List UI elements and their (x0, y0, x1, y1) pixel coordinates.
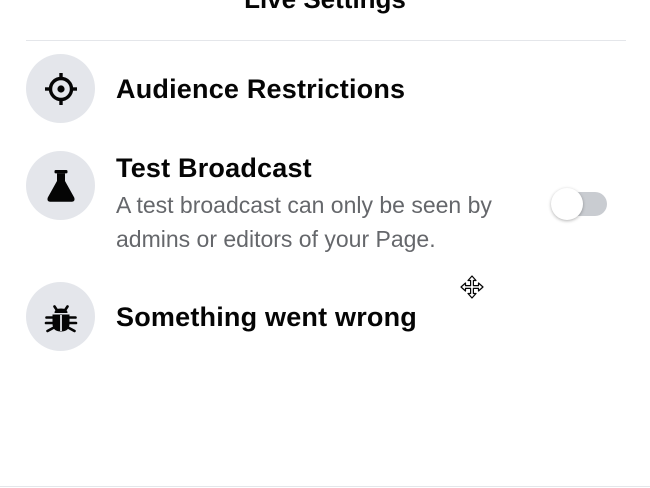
move-cursor-icon (460, 275, 484, 299)
bug-icon (26, 282, 95, 351)
audience-restrictions-label: Audience Restrictions (116, 74, 406, 104)
test-broadcast-toggle[interactable] (551, 188, 609, 220)
bottom-divider (0, 486, 650, 487)
test-broadcast-description: A test broadcast can only be seen by adm… (116, 192, 492, 252)
toggle-knob (551, 188, 583, 220)
flask-icon (26, 151, 95, 220)
something-went-wrong-label: Something went wrong (116, 302, 417, 332)
crosshair-icon (26, 54, 95, 123)
header-divider (26, 40, 626, 41)
test-broadcast-label: Test Broadcast (116, 153, 312, 183)
page-title: Live Settings (0, 0, 650, 14)
